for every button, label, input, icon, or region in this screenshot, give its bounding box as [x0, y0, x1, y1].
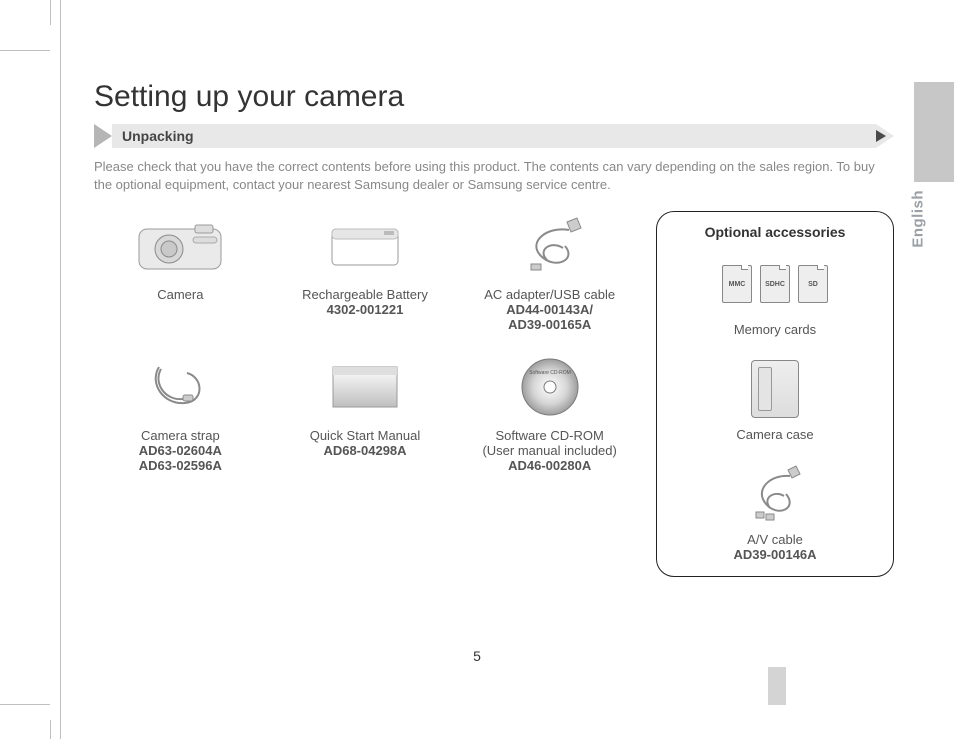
item-code: 4302-001221	[279, 302, 452, 317]
item-label: AC adapter/USB cable	[463, 287, 636, 302]
cdrom-icon: Software CD-ROM	[463, 352, 636, 422]
item-strap: Camera strap AD63-02604A AD63-02596A	[94, 352, 267, 473]
item-code: AD63-02596A	[94, 458, 267, 473]
side-tab	[914, 82, 954, 182]
intro-text: Please check that you have the correct c…	[94, 158, 894, 193]
optional-item-code: AD39-00146A	[667, 547, 883, 562]
sdhc-card-icon: SDHC	[760, 265, 790, 303]
camera-case-icon	[667, 357, 883, 421]
cable-icon	[463, 211, 636, 281]
included-items-grid: Camera Rechargeable Battery 4302-001221	[94, 211, 636, 473]
optional-camera-case: Camera case	[667, 357, 883, 442]
av-cable-icon	[667, 462, 883, 526]
battery-icon	[279, 211, 452, 281]
strap-icon	[94, 352, 267, 422]
item-code: AD63-02604A	[94, 443, 267, 458]
page-number: 5	[0, 648, 954, 664]
page: English Setting up your camera Unpacking…	[0, 0, 954, 739]
item-sublabel: (User manual included)	[463, 443, 636, 458]
item-manual: Quick Start Manual AD68-04298A	[279, 352, 452, 473]
optional-item-label: Memory cards	[667, 322, 883, 337]
item-code: AD39-00165A	[463, 317, 636, 332]
chevron-left-icon	[94, 124, 112, 148]
item-cdrom: Software CD-ROM Software CD-ROM (User ma…	[463, 352, 636, 473]
page-gutter	[60, 0, 61, 739]
item-label: Camera strap	[94, 428, 267, 443]
svg-text:Software CD-ROM: Software CD-ROM	[529, 370, 571, 376]
mmc-card-icon: MMC	[722, 265, 752, 303]
optional-av-cable: A/V cable AD39-00146A	[667, 462, 883, 562]
camera-icon	[94, 211, 267, 281]
crop-guide	[0, 50, 50, 51]
memory-cards-icon: MMC SDHC SD	[667, 252, 883, 316]
optional-item-label: Camera case	[667, 427, 883, 442]
page-title: Setting up your camera	[94, 80, 894, 114]
item-code: AD68-04298A	[279, 443, 452, 458]
crop-guide	[50, 720, 51, 739]
optional-accessories-box: Optional accessories MMC SDHC SD Memory …	[656, 211, 894, 577]
item-label: Quick Start Manual	[279, 428, 452, 443]
optional-item-label: A/V cable	[667, 532, 883, 547]
manual-icon	[279, 352, 452, 422]
item-label: Software CD-ROM	[463, 428, 636, 443]
chevron-right-icon	[876, 124, 894, 148]
section-heading: Unpacking	[112, 124, 876, 148]
item-label: Rechargeable Battery	[279, 287, 452, 302]
item-label: Camera	[94, 287, 267, 302]
crop-guide	[0, 704, 50, 705]
content: Setting up your camera Unpacking Please …	[94, 80, 894, 577]
item-ac-usb-cable: AC adapter/USB cable AD44-00143A/ AD39-0…	[463, 211, 636, 332]
optional-memory-cards: MMC SDHC SD Memory cards	[667, 252, 883, 337]
crop-guide	[50, 0, 51, 25]
page-number-tab	[768, 667, 786, 705]
item-camera: Camera	[94, 211, 267, 332]
optional-heading: Optional accessories	[667, 224, 883, 240]
section-banner: Unpacking	[94, 124, 894, 148]
sd-card-icon: SD	[798, 265, 828, 303]
item-battery: Rechargeable Battery 4302-001221	[279, 211, 452, 332]
item-code: AD46-00280A	[463, 458, 636, 473]
items-layout: Camera Rechargeable Battery 4302-001221	[94, 211, 894, 577]
language-label: English	[910, 190, 927, 248]
item-code: AD44-00143A/	[463, 302, 636, 317]
